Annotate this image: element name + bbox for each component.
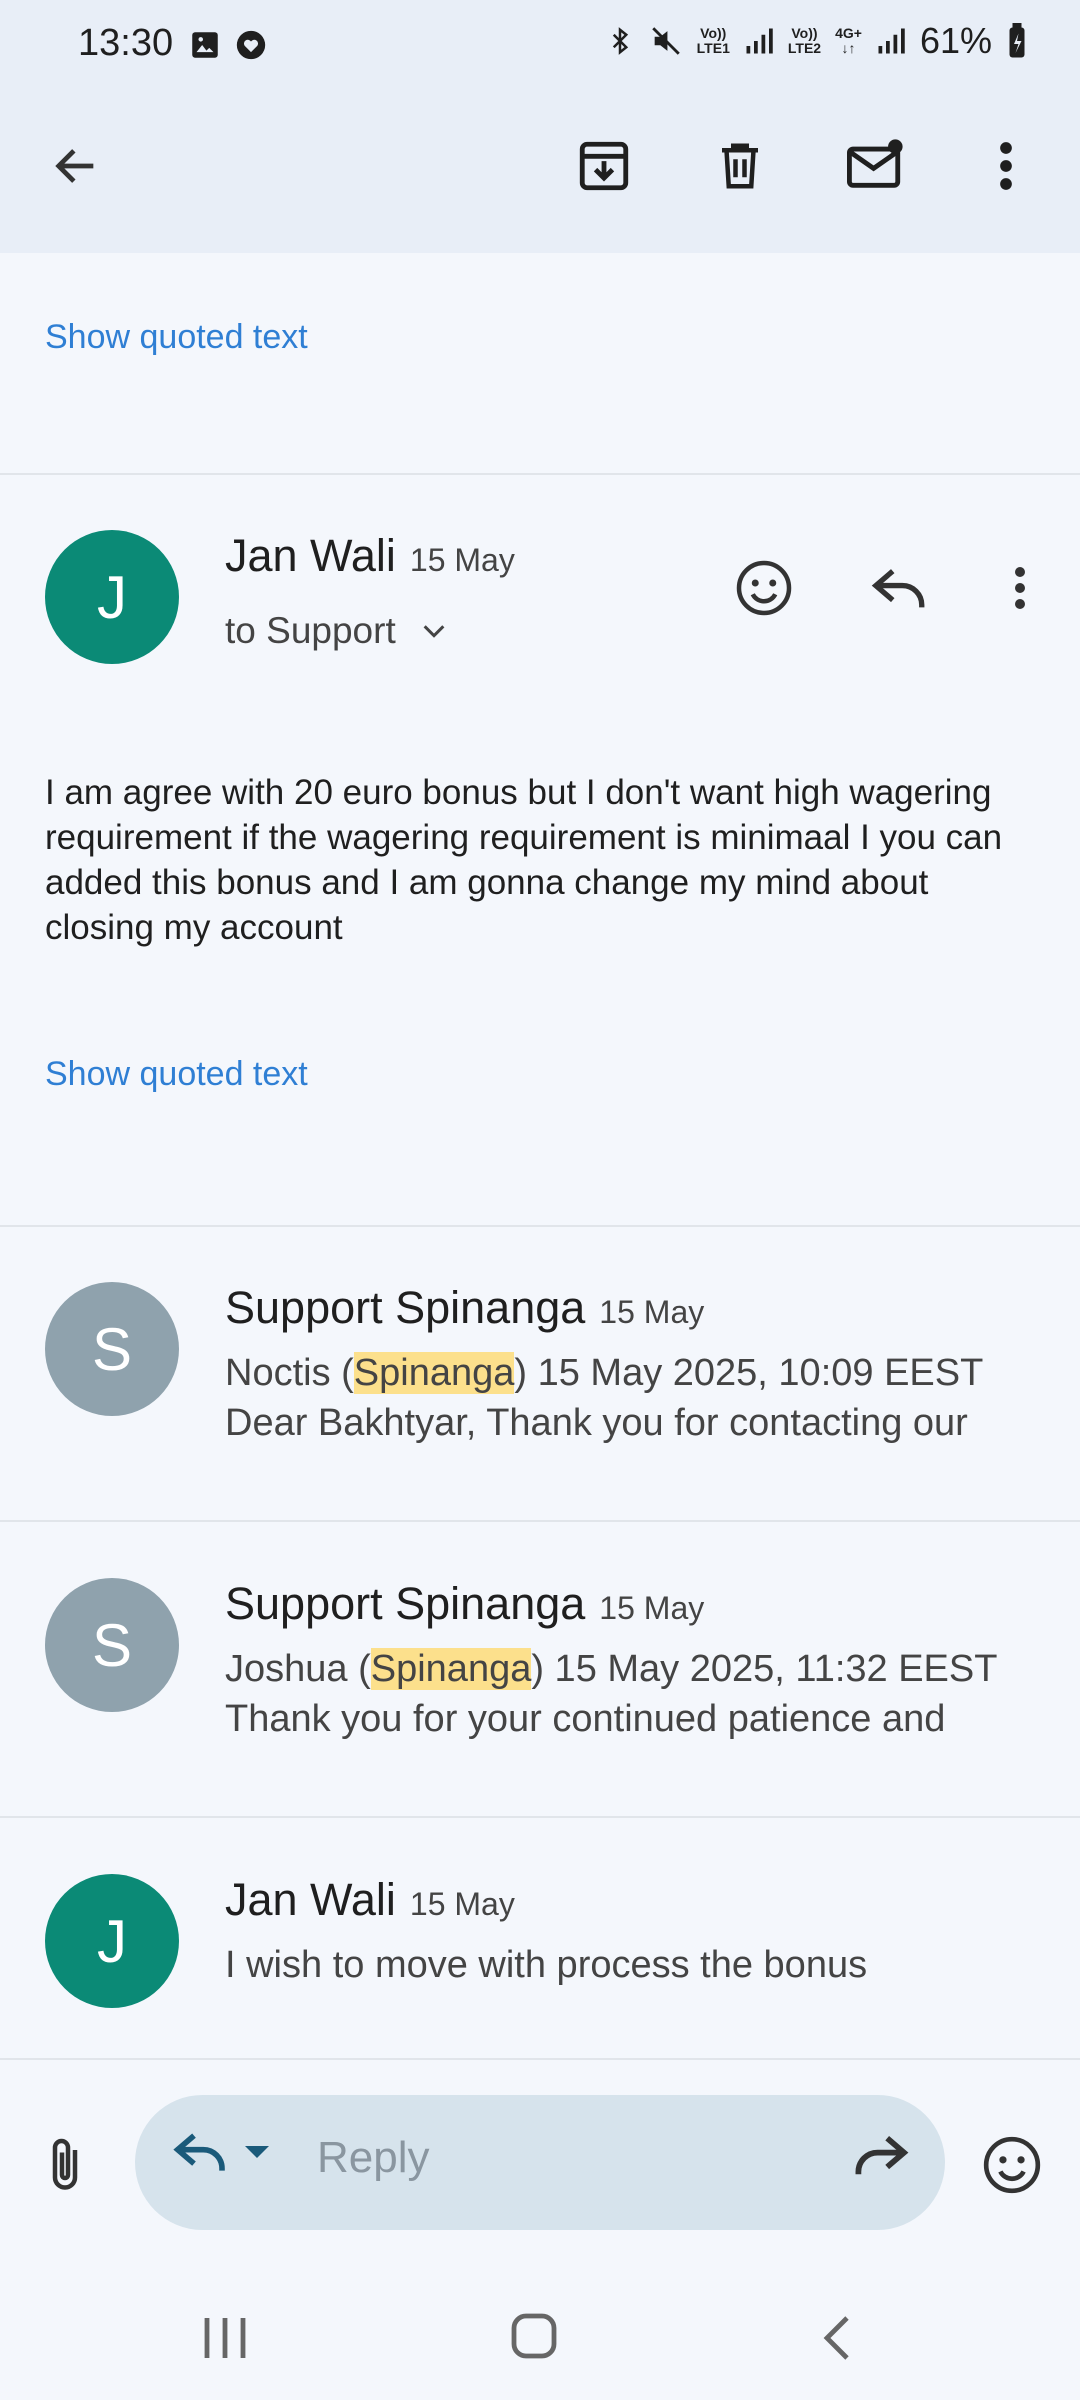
status-left-icons bbox=[188, 28, 268, 62]
avatar[interactable]: J bbox=[45, 530, 179, 664]
toolbar bbox=[0, 90, 1080, 253]
signal-icon bbox=[878, 28, 905, 54]
archive-icon bbox=[579, 141, 629, 191]
reply-composer[interactable]: Reply bbox=[135, 2095, 945, 2230]
back-button[interactable] bbox=[40, 130, 112, 202]
react-emoji-button[interactable] bbox=[728, 552, 800, 624]
dropdown-arrow-icon bbox=[245, 2146, 269, 2158]
home-button[interactable] bbox=[508, 2308, 560, 2369]
snippet-line: Joshua (Spinanga) 15 May 2025, 11:32 EES… bbox=[225, 1648, 998, 1690]
system-nav-bar bbox=[0, 2270, 1080, 2400]
reply-input[interactable]: Reply bbox=[317, 2133, 430, 2183]
chevron-down-icon bbox=[423, 625, 445, 638]
search-highlight: Spinanga bbox=[353, 1352, 515, 1394]
4g-indicator: 4G+ ↓↑ bbox=[835, 25, 862, 56]
mute-icon bbox=[651, 27, 680, 55]
signal-icon bbox=[746, 28, 773, 54]
delete-button[interactable] bbox=[704, 130, 776, 202]
sender-name: Support Spinanga bbox=[225, 1578, 586, 1629]
message-more-button[interactable] bbox=[1000, 552, 1040, 624]
more-options-button[interactable] bbox=[970, 130, 1042, 202]
battery-percent: 61% bbox=[919, 20, 992, 61]
divider bbox=[0, 1225, 1080, 1227]
message-date: 15 May bbox=[409, 1886, 515, 1922]
show-quoted-text-link[interactable]: Show quoted text bbox=[45, 1055, 308, 1094]
status-time: 13:30 bbox=[78, 22, 174, 64]
message-header: Jan Wali 15 May bbox=[225, 1874, 515, 1926]
attach-button[interactable] bbox=[30, 2130, 100, 2200]
search-highlight: Spinanga bbox=[370, 1648, 532, 1690]
emoji-icon bbox=[983, 2136, 1041, 2194]
battery-icon bbox=[1009, 23, 1025, 58]
avatar: S bbox=[45, 1282, 179, 1416]
show-quoted-text-link[interactable]: Show quoted text bbox=[45, 318, 308, 357]
forward-icon bbox=[855, 2136, 909, 2175]
health-icon bbox=[236, 30, 266, 60]
back-arrow-icon bbox=[55, 149, 94, 183]
home-icon bbox=[511, 2313, 557, 2359]
message-date: 15 May bbox=[599, 1590, 705, 1626]
bluetooth-icon bbox=[612, 27, 628, 55]
reply-icon bbox=[173, 2133, 225, 2171]
message-header: Support Spinanga 15 May bbox=[225, 1282, 704, 1334]
divider bbox=[0, 2058, 1080, 2060]
recipients-toggle[interactable]: to Support bbox=[225, 610, 448, 652]
mark-unread-button[interactable] bbox=[840, 130, 912, 202]
avatar: J bbox=[45, 1874, 179, 2008]
more-vert-icon bbox=[1015, 567, 1025, 609]
snippet-line: Thank you for your continued patience an… bbox=[225, 1698, 946, 1740]
snippet-line: Noctis (Spinanga) 15 May 2025, 10:09 EES… bbox=[225, 1352, 984, 1394]
status-bar: 13:30 Vo)) LTE1 Vo)) LTE2 4G+ ↓↑ 61% bbox=[0, 0, 1080, 90]
gallery-icon bbox=[192, 32, 218, 58]
trash-icon bbox=[722, 143, 758, 189]
divider bbox=[0, 1520, 1080, 1522]
snippet-line: I wish to move with process the bonus bbox=[225, 1944, 868, 1986]
reply-button[interactable] bbox=[864, 552, 936, 624]
forward-button[interactable] bbox=[851, 2131, 909, 2184]
snippet-line: Dear Bakhtyar, Thank you for contacting … bbox=[225, 1402, 968, 1444]
message-header: Support Spinanga 15 May bbox=[225, 1578, 704, 1630]
sender-name: Jan Wali bbox=[225, 530, 396, 581]
recent-apps-button[interactable] bbox=[195, 2310, 255, 2371]
message-body: I am agree with 20 euro bonus but I don'… bbox=[45, 773, 1003, 947]
divider bbox=[0, 473, 1080, 475]
more-vert-icon bbox=[1000, 142, 1012, 190]
status-right-icons: Vo)) LTE1 Vo)) LTE2 4G+ ↓↑ 61% bbox=[605, 20, 1028, 62]
paperclip-icon bbox=[52, 2138, 78, 2190]
recents-icon bbox=[204, 2318, 246, 2358]
back-nav-button[interactable] bbox=[815, 2310, 859, 2371]
lte1-indicator: Vo)) LTE1 bbox=[696, 25, 730, 56]
message-date: 15 May bbox=[409, 542, 515, 578]
reply-icon bbox=[871, 569, 925, 608]
lte2-indicator: Vo)) LTE2 bbox=[787, 25, 822, 56]
emoji-icon bbox=[736, 560, 792, 616]
message-date: 15 May bbox=[599, 1294, 705, 1330]
sender-name: Jan Wali bbox=[225, 1874, 396, 1925]
message-header: Jan Wali 15 May bbox=[225, 530, 515, 582]
recipients-label: to Support bbox=[225, 610, 396, 651]
divider bbox=[0, 1816, 1080, 1818]
sender-name: Support Spinanga bbox=[225, 1282, 586, 1333]
reply-type-selector[interactable] bbox=[173, 2128, 271, 2176]
emoji-reply-button[interactable] bbox=[975, 2128, 1049, 2202]
archive-button[interactable] bbox=[568, 130, 640, 202]
mail-unread-icon bbox=[847, 139, 903, 188]
avatar: S bbox=[45, 1578, 179, 1712]
back-chevron-icon bbox=[823, 2316, 849, 2360]
